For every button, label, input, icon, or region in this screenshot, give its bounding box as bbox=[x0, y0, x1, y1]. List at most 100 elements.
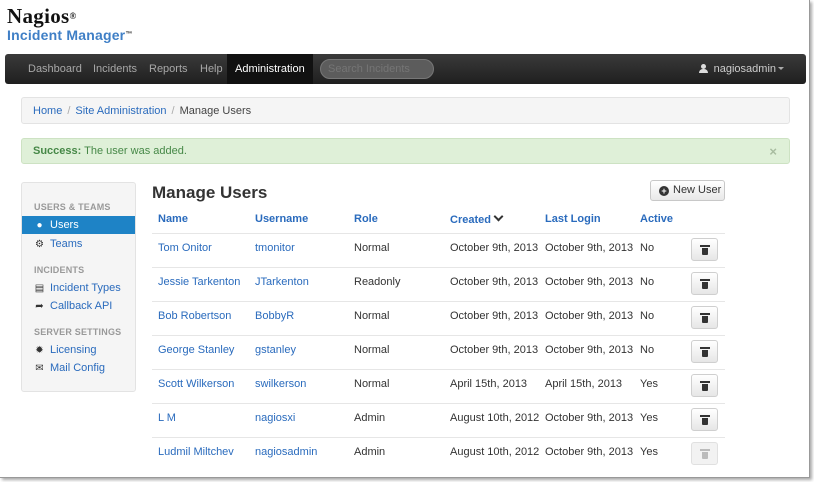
active-status: No bbox=[640, 310, 655, 322]
username-link[interactable]: nagiosxi bbox=[255, 412, 295, 424]
username-link[interactable]: JTarkenton bbox=[255, 276, 309, 288]
delete-user-button[interactable] bbox=[691, 408, 718, 431]
column-header-label: Created bbox=[450, 214, 491, 226]
column-header-name[interactable]: Name bbox=[158, 213, 188, 229]
breadcrumb: Home / Site Administration / Manage Users bbox=[21, 97, 790, 124]
user-role: Normal bbox=[354, 378, 390, 390]
created-date: April 15th, 2013 bbox=[450, 378, 528, 390]
username-link[interactable]: tmonitor bbox=[255, 242, 295, 254]
nav-help[interactable]: Help bbox=[200, 54, 223, 84]
sidebar-item-licensing[interactable]: ✹ Licensing bbox=[22, 341, 135, 359]
sidebar-item-teams[interactable]: ⚙ Teams bbox=[22, 235, 135, 253]
last-login-date: October 9th, 2013 bbox=[545, 446, 634, 458]
username-link[interactable]: swilkerson bbox=[255, 378, 306, 390]
active-status: Yes bbox=[640, 412, 658, 424]
trash-icon bbox=[700, 279, 710, 289]
alert-message: The user was added. bbox=[84, 145, 187, 157]
search-input[interactable] bbox=[320, 59, 434, 79]
breadcrumb-home[interactable]: Home bbox=[33, 105, 62, 117]
user-name-link[interactable]: Ludmil Miltchev bbox=[158, 446, 234, 458]
last-login-date: October 9th, 2013 bbox=[545, 344, 634, 356]
created-date: August 10th, 2012 bbox=[450, 412, 540, 424]
sidebar-item-mail-config[interactable]: ✉ Mail Config bbox=[22, 359, 135, 377]
sidebar-item-label: Incident Types bbox=[50, 282, 121, 294]
table-row: George Stanley gstanley Normal October 9th,… bbox=[152, 335, 725, 369]
share-arrow-icon: ➦ bbox=[35, 301, 44, 312]
last-login-date: October 9th, 2013 bbox=[545, 242, 634, 254]
envelope-icon: ✉ bbox=[35, 363, 44, 374]
user-name-link[interactable]: George Stanley bbox=[158, 344, 234, 356]
user-name-link[interactable]: Scott Wilkerson bbox=[158, 378, 234, 390]
nav-dashboard[interactable]: Dashboard bbox=[28, 54, 82, 84]
gear-icon: ⚙ bbox=[35, 239, 44, 250]
active-status: No bbox=[640, 242, 655, 254]
nav-reports[interactable]: Reports bbox=[149, 54, 188, 84]
trash-icon bbox=[700, 381, 710, 391]
username-link[interactable]: BobbyR bbox=[255, 310, 294, 322]
user-role: Admin bbox=[354, 412, 386, 424]
table-row: Bob Robertson BobbyR Normal October 9th, 20… bbox=[152, 301, 725, 335]
user-role: Admin bbox=[354, 446, 386, 458]
delete-user-button[interactable] bbox=[691, 374, 718, 397]
user-role: Normal bbox=[354, 242, 390, 254]
new-user-button[interactable]: + New User bbox=[650, 180, 725, 201]
user-name-link[interactable]: Bob Robertson bbox=[158, 310, 231, 322]
user-role: Normal bbox=[354, 310, 390, 322]
column-header-role[interactable]: Role bbox=[354, 213, 378, 229]
sidebar-item-incident-types[interactable]: ▤ Incident Types bbox=[22, 279, 135, 297]
user-name-link[interactable]: L M bbox=[158, 412, 176, 424]
username-link[interactable]: gstanley bbox=[255, 344, 296, 356]
close-icon[interactable]: × bbox=[769, 139, 777, 164]
sidebar-item-label: Licensing bbox=[50, 344, 97, 356]
delete-user-button bbox=[691, 442, 718, 465]
user-icon: ● bbox=[36, 220, 43, 231]
sidebar-item-label: Mail Config bbox=[50, 362, 106, 374]
trash-icon bbox=[700, 449, 710, 459]
sidebar-header-server-settings: SERVER SETTINGS bbox=[34, 327, 122, 337]
active-status: No bbox=[640, 276, 655, 288]
plus-circle-icon: + bbox=[659, 186, 669, 196]
column-header-last-login[interactable]: Last Login bbox=[545, 213, 601, 229]
nav-administration[interactable]: Administration bbox=[227, 54, 313, 84]
created-date: October 9th, 2013 bbox=[450, 310, 539, 322]
username-link[interactable]: nagiosadmin bbox=[255, 446, 317, 458]
last-login-date: October 9th, 2013 bbox=[545, 412, 634, 424]
certificate-icon: ✹ bbox=[35, 345, 44, 356]
sidebar-item-users[interactable]: ● Users bbox=[22, 216, 135, 234]
nav-incidents[interactable]: Incidents bbox=[93, 54, 137, 84]
delete-user-button[interactable] bbox=[691, 340, 718, 363]
alert-strong: Success: bbox=[33, 145, 82, 157]
trash-icon bbox=[700, 313, 710, 323]
last-login-date: October 9th, 2013 bbox=[545, 276, 634, 288]
admin-sidebar: USERS & TEAMS ● Users ⚙ Teams INCIDENTS ▤ I… bbox=[21, 182, 136, 392]
delete-user-button[interactable] bbox=[691, 272, 718, 295]
created-date: October 9th, 2013 bbox=[450, 344, 539, 356]
app-window: Nagios® Incident Manager™ Dashboard Inci… bbox=[0, 0, 810, 478]
trash-icon bbox=[700, 347, 710, 357]
nagios-logo[interactable]: Nagios® Incident Manager™ bbox=[7, 6, 133, 44]
sidebar-item-label: Teams bbox=[50, 238, 83, 250]
trash-icon bbox=[700, 245, 710, 255]
last-login-date: October 9th, 2013 bbox=[545, 310, 634, 322]
delete-user-button[interactable] bbox=[691, 306, 718, 329]
sidebar-item-callback-api[interactable]: ➦ Callback API bbox=[22, 297, 135, 315]
user-menu[interactable]: nagiosadmin bbox=[698, 54, 784, 84]
list-icon: ▤ bbox=[34, 283, 45, 294]
breadcrumb-separator: / bbox=[171, 105, 175, 117]
breadcrumb-separator: / bbox=[67, 105, 71, 117]
page-title: Manage Users bbox=[152, 183, 268, 202]
table-row: L M nagiosxi Admin August 10th, 2012 October… bbox=[152, 403, 725, 437]
delete-user-button[interactable] bbox=[691, 238, 718, 261]
user-name-link[interactable]: Tom Onitor bbox=[158, 242, 212, 254]
user-name-link[interactable]: Jessie Tarkenton bbox=[158, 276, 240, 288]
breadcrumb-site-administration[interactable]: Site Administration bbox=[75, 105, 166, 117]
user-name: nagiosadmin bbox=[713, 63, 776, 75]
active-status: Yes bbox=[640, 446, 658, 458]
sidebar-item-label: Callback API bbox=[50, 300, 113, 312]
column-header-username[interactable]: Username bbox=[255, 213, 308, 229]
active-status: Yes bbox=[640, 378, 658, 390]
trash-icon bbox=[700, 415, 710, 425]
column-header-created[interactable]: Created bbox=[450, 211, 504, 229]
user-role: Normal bbox=[354, 344, 390, 356]
column-header-active[interactable]: Active bbox=[640, 213, 673, 229]
